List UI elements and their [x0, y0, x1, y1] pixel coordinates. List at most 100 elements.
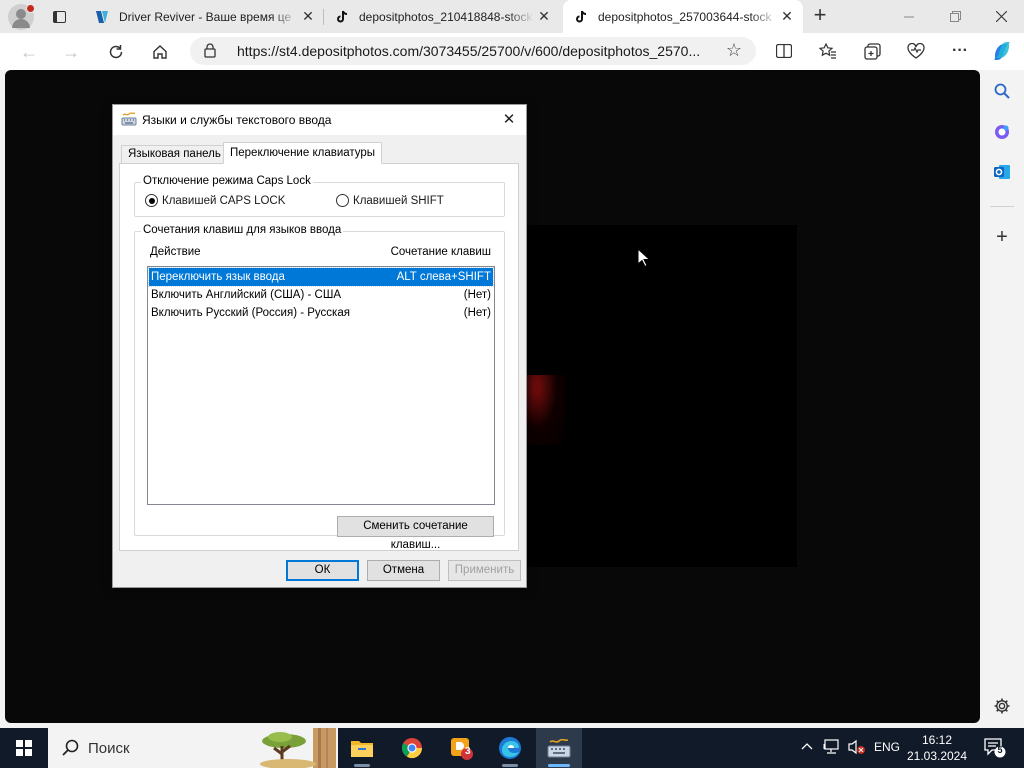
windows-logo-icon[interactable] — [16, 740, 32, 756]
close-tab-icon[interactable]: ✕ — [777, 8, 797, 25]
close-window-icon[interactable] — [978, 0, 1024, 33]
close-tab-icon[interactable]: ✕ — [534, 8, 554, 25]
ok-button[interactable]: ОК — [286, 560, 359, 581]
capslock-groupbox: Отключение режима Caps Lock Клавишей CAP… — [134, 175, 505, 217]
hotkeys-listbox[interactable]: Переключить язык ввода ALT слева+SHIFT В… — [147, 266, 495, 505]
show-hidden-icons-chevron-up-icon[interactable] — [800, 739, 814, 756]
image-glow — [525, 375, 565, 445]
tab-page: Отключение режима Caps Lock Клавишей CAP… — [119, 163, 519, 551]
radio-capslock[interactable]: Клавишей CAPS LOCK — [145, 194, 285, 207]
stock-image — [525, 225, 797, 567]
search-placeholder[interactable]: Поиск — [88, 740, 130, 757]
office-app-icon[interactable]: 3 — [438, 728, 484, 768]
capslock-legend: Отключение режима Caps Lock — [141, 175, 313, 187]
radio-selected-icon[interactable] — [145, 194, 158, 207]
tiktok-favicon-icon — [573, 9, 589, 25]
change-hotkey-button[interactable]: Сменить сочетание клавиш... — [337, 516, 494, 551]
browser-toolbar: ← → https://st4.depositphotos.com/307345… — [0, 33, 1024, 70]
tiktok-favicon-icon — [334, 9, 350, 25]
favorites-icon[interactable] — [816, 39, 840, 63]
hotkey-row[interactable]: Переключить язык ввода ALT слева+SHIFT — [148, 267, 494, 287]
driver-reviver-favicon-icon — [94, 9, 110, 25]
clock[interactable]: 16:12 21.03.2024 — [904, 732, 970, 764]
running-indicator — [502, 764, 518, 767]
tab-language-bar[interactable]: Языковая панель — [121, 145, 228, 164]
running-indicator — [548, 764, 570, 767]
forward-arrow-icon[interactable]: → — [57, 38, 85, 66]
address-bar[interactable]: https://st4.depositphotos.com/3073455/25… — [190, 37, 756, 65]
apply-button[interactable]: Применить — [448, 560, 521, 581]
close-tab-icon[interactable]: ✕ — [298, 8, 318, 25]
favorite-star-icon[interactable]: ☆ — [726, 40, 742, 61]
hotkey-combo: ALT слева+SHIFT — [396, 271, 491, 283]
settings-gear-icon[interactable] — [991, 695, 1013, 717]
browser-tab-driver-reviver[interactable]: Driver Reviver - Ваше время це ✕ — [84, 0, 324, 33]
tab-title: depositphotos_257003644-stock — [598, 9, 772, 24]
edge-sidebar: + — [981, 70, 1024, 728]
lock-icon[interactable] — [204, 43, 216, 61]
back-arrow-icon[interactable]: ← — [15, 38, 43, 66]
notification-count: 5 — [997, 745, 1003, 755]
dialog-titlebar: Языки и службы текстового ввода ✕ — [113, 105, 526, 135]
network-icon[interactable] — [823, 739, 841, 758]
outlook-icon[interactable] — [991, 161, 1013, 183]
add-icon[interactable]: + — [991, 226, 1013, 248]
taskbar-search-box[interactable]: Поиск — [48, 728, 338, 768]
split-screen-icon[interactable] — [772, 39, 796, 63]
dialog-title: Языки и службы текстового ввода — [142, 113, 332, 127]
column-header-combo: Сочетание клавиш — [390, 246, 491, 258]
hotkey-action: Переключить язык ввода — [151, 271, 285, 283]
notification-center-icon[interactable]: 5 — [984, 738, 1006, 761]
browser-tab-depositphotos-2[interactable]: depositphotos_257003644-stock ✕ — [563, 0, 803, 33]
cancel-button[interactable]: Отмена — [367, 560, 440, 581]
search-highlight-tree-icon[interactable] — [258, 728, 336, 768]
column-header-action: Действие — [150, 246, 201, 258]
copilot-icon[interactable] — [990, 39, 1014, 63]
browser-essentials-icon[interactable] — [904, 39, 928, 63]
volume-muted-icon[interactable] — [848, 739, 866, 758]
refresh-icon[interactable] — [102, 38, 130, 66]
start-button[interactable] — [0, 728, 48, 768]
edge-icon[interactable] — [487, 728, 533, 768]
dialog-close-icon[interactable]: ✕ — [498, 109, 520, 131]
text-input-services-taskbar-icon[interactable] — [536, 728, 582, 768]
browser-tab-strip: Driver Reviver - Ваше время це ✕ deposit… — [0, 0, 1024, 33]
search-icon[interactable] — [61, 739, 79, 760]
search-icon[interactable] — [991, 80, 1013, 102]
browser-tab-depositphotos-1[interactable]: depositphotos_210418848-stock ✕ — [324, 0, 560, 33]
hotkeys-groupbox: Сочетания клавиш для языков ввода Действ… — [134, 224, 505, 551]
clock-time: 16:12 — [921, 733, 953, 747]
clock-date: 21.03.2024 — [906, 749, 968, 763]
file-explorer-icon[interactable] — [339, 728, 385, 768]
mouse-cursor-icon — [637, 247, 651, 271]
copilot-apps-icon[interactable] — [991, 121, 1013, 143]
sidebar-separator — [990, 206, 1014, 207]
hotkey-combo: (Нет) — [463, 289, 491, 301]
radio-unselected-icon[interactable] — [336, 194, 349, 207]
home-icon[interactable] — [146, 38, 174, 66]
hotkey-row[interactable]: Включить Английский (США) - США (Нет) — [149, 286, 493, 304]
collections-icon[interactable] — [860, 39, 884, 63]
tab-actions-icon[interactable] — [48, 6, 70, 28]
radio-capslock-label: Клавишей CAPS LOCK — [162, 194, 286, 207]
new-tab-icon[interactable]: + — [808, 4, 832, 28]
more-options-icon[interactable]: ··· — [948, 39, 972, 63]
tab-title: depositphotos_210418848-stock — [359, 9, 533, 24]
hotkey-row[interactable]: Включить Русский (Россия) - Русская (Нет… — [149, 304, 493, 322]
app-badge-count: 3 — [465, 746, 471, 757]
tab-keyboard-switching[interactable]: Переключение клавиатуры — [223, 142, 383, 164]
restore-icon[interactable] — [932, 0, 978, 33]
radio-shift-label: Клавишей SHIFT — [353, 194, 444, 207]
taskbar: Поиск 3 ENG 16:12 21.03.2024 5 — [0, 728, 1024, 768]
hotkey-action: Включить Английский (США) - США — [151, 289, 342, 301]
input-language-indicator[interactable]: ENG — [874, 740, 900, 754]
text-input-services-dialog: Языки и службы текстового ввода ✕ Языков… — [112, 104, 527, 588]
running-indicator — [354, 764, 370, 767]
chrome-icon[interactable] — [389, 728, 435, 768]
url-text[interactable]: https://st4.depositphotos.com/3073455/25… — [237, 43, 707, 59]
profile-avatar-icon[interactable] — [8, 4, 35, 30]
radio-shift[interactable]: Клавишей SHIFT — [336, 194, 444, 207]
minimize-icon[interactable] — [886, 0, 932, 33]
hotkey-action: Включить Русский (Россия) - Русская — [151, 307, 350, 319]
keyboard-icon — [121, 112, 137, 126]
